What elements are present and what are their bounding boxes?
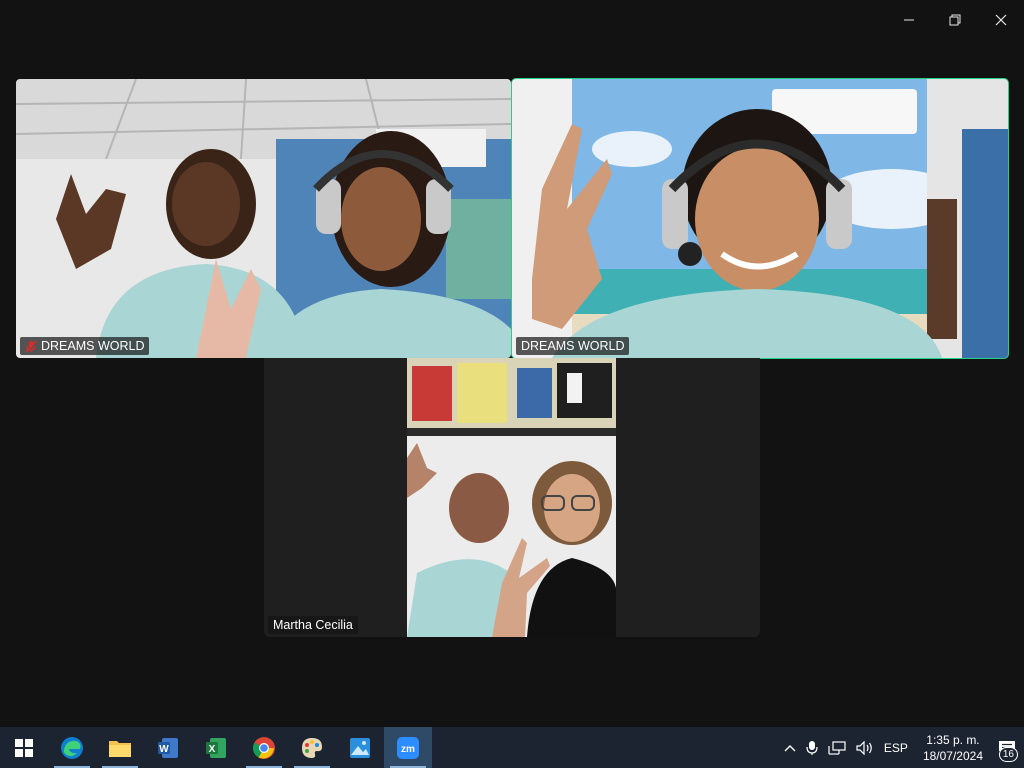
language-indicator: ESP — [883, 740, 908, 755]
excel-icon: X — [206, 737, 226, 758]
video-feed-martha-cecilia — [407, 358, 616, 637]
video-frame — [16, 79, 511, 358]
close-icon — [995, 14, 1007, 26]
microphone-muted-icon — [25, 340, 37, 353]
folder-icon — [109, 740, 131, 757]
microphone-icon — [806, 740, 818, 755]
video-feed-students — [16, 79, 511, 358]
speaker-icon — [856, 740, 872, 755]
word-letter: W — [159, 744, 169, 755]
zoom-letter: zm — [401, 744, 415, 755]
participant-name: DREAMS WORLD — [41, 339, 145, 353]
photos-icon — [350, 737, 370, 758]
excel-letter: X — [209, 744, 216, 755]
taskbar-app-photos[interactable] — [336, 727, 384, 768]
taskbar-app-chrome[interactable] — [240, 727, 288, 768]
taskbar-app-file-explorer[interactable] — [96, 727, 144, 768]
chevron-up-icon — [784, 744, 796, 751]
video-tile-3[interactable]: Martha Cecilia — [264, 358, 760, 637]
video-feed-host — [512, 79, 1008, 358]
clock-button[interactable]: 1:35 p. m. 18/07/2024 — [913, 727, 993, 768]
zoom-icon: zm — [397, 736, 419, 759]
video-frame — [512, 79, 1008, 358]
notification-center-button[interactable]: 16 — [993, 727, 1024, 768]
windows-taskbar: W X zm ESP 1:35 p. m. 18/07/2024 16 — [0, 727, 1024, 768]
video-tile-2-active-speaker[interactable]: DREAMS WORLD — [511, 78, 1009, 359]
network-tray-button[interactable] — [823, 727, 851, 768]
notification-count-badge: 16 — [998, 747, 1018, 762]
video-tile-1[interactable]: DREAMS WORLD — [16, 79, 511, 358]
taskbar-app-word[interactable]: W — [144, 727, 192, 768]
zoom-meeting-window: DREAMS WORLD DREAMS WORLD Martha Cecilia — [0, 0, 1024, 727]
participant-name: DREAMS WORLD — [521, 339, 625, 353]
minimize-icon — [904, 19, 914, 21]
restore-icon — [949, 14, 961, 26]
input-language-button[interactable]: ESP — [879, 727, 913, 768]
palette-icon — [302, 737, 322, 758]
clock-time: 1:35 p. m. — [926, 732, 980, 747]
word-icon: W — [158, 737, 178, 758]
participant-name-tag: DREAMS WORLD — [20, 337, 150, 355]
volume-tray-button[interactable] — [851, 727, 879, 768]
window-controls — [886, 0, 1024, 40]
show-hidden-icons-button[interactable] — [779, 727, 801, 768]
close-button[interactable] — [978, 0, 1024, 40]
windows-logo-icon — [15, 738, 33, 757]
network-icon — [828, 740, 846, 755]
restore-button[interactable] — [932, 0, 978, 40]
participant-name-tag: DREAMS WORLD — [516, 337, 630, 355]
taskbar-app-edge[interactable] — [48, 727, 96, 768]
taskbar-app-zoom[interactable]: zm — [384, 727, 432, 768]
minimize-button[interactable] — [886, 0, 932, 40]
chrome-icon — [253, 736, 275, 759]
taskbar-app-excel[interactable]: X — [192, 727, 240, 768]
start-button[interactable] — [0, 727, 48, 768]
system-tray: ESP 1:35 p. m. 18/07/2024 16 — [779, 727, 1024, 768]
edge-icon — [61, 736, 83, 759]
participant-name: Martha Cecilia — [273, 618, 353, 632]
clock-date: 18/07/2024 — [922, 748, 983, 763]
microphone-tray-button[interactable] — [801, 727, 823, 768]
participant-name-tag: Martha Cecilia — [268, 616, 358, 634]
taskbar-app-paint[interactable] — [288, 727, 336, 768]
video-frame — [407, 358, 616, 637]
